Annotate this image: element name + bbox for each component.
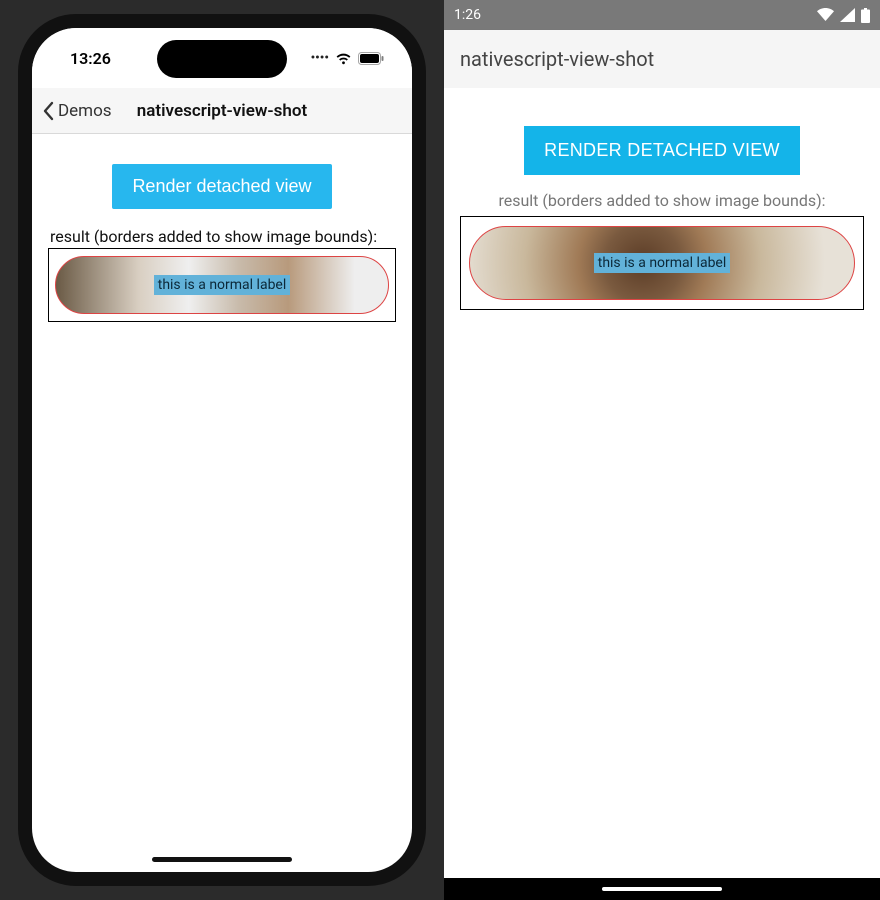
battery-icon: [861, 8, 870, 23]
wifi-icon: [817, 8, 834, 22]
ios-status-indicators: ••••: [311, 51, 384, 66]
battery-icon: [358, 52, 384, 65]
back-label: Demos: [58, 101, 112, 121]
render-detached-button[interactable]: RENDER DETACHED VIEW: [524, 126, 800, 175]
android-status-bar: 1:26: [444, 0, 880, 30]
result-caption: result (borders added to show image boun…: [460, 191, 864, 210]
android-device: 1:26 nativescript-view-shot RENDER DETAC…: [444, 0, 880, 900]
android-nav-bar[interactable]: [444, 878, 880, 900]
chevron-left-icon: [42, 101, 56, 121]
render-detached-button[interactable]: Render detached view: [112, 164, 331, 209]
ios-home-indicator[interactable]: [152, 857, 292, 862]
ios-device: 13:26 •••• Demos nativescript-view-shot …: [0, 0, 444, 900]
image-label-chip: this is a normal label: [154, 275, 291, 295]
signal-icon: [840, 8, 855, 22]
back-button[interactable]: Demos: [42, 101, 112, 121]
image-label-chip: this is a normal label: [594, 253, 731, 273]
android-status-indicators: [817, 8, 870, 23]
android-home-indicator[interactable]: [602, 887, 722, 891]
rendered-image: this is a normal label: [55, 256, 389, 314]
ios-dynamic-island: [157, 40, 287, 78]
result-image-frame: this is a normal label: [48, 248, 396, 322]
rendered-image: this is a normal label: [469, 226, 855, 300]
android-status-time: 1:26: [454, 7, 481, 23]
ios-nav-bar: Demos nativescript-view-shot: [32, 88, 412, 134]
wifi-icon: [335, 52, 352, 65]
result-image-frame: this is a normal label: [460, 216, 864, 310]
cellular-dots-icon: ••••: [311, 51, 329, 66]
android-page-title: nativescript-view-shot: [460, 47, 654, 71]
android-action-bar: nativescript-view-shot: [444, 30, 880, 88]
ios-frame: 13:26 •••• Demos nativescript-view-shot …: [18, 14, 426, 886]
ios-page-title: nativescript-view-shot: [137, 101, 307, 121]
result-caption: result (borders added to show image boun…: [48, 227, 396, 246]
ios-content: Render detached view result (borders add…: [32, 134, 412, 322]
android-content: RENDER DETACHED VIEW result (borders add…: [444, 88, 880, 878]
ios-status-time: 13:26: [70, 49, 111, 68]
